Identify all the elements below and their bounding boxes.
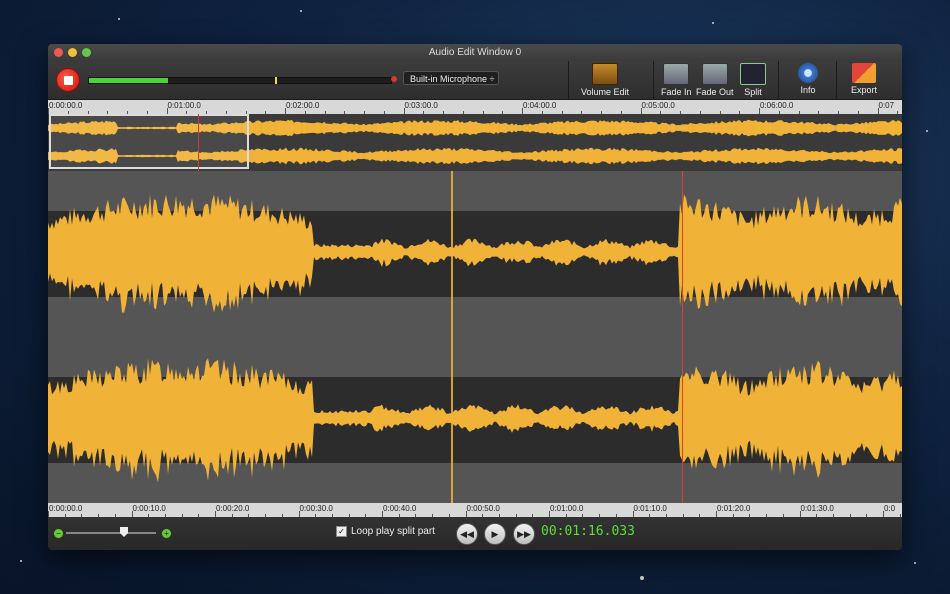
waveform-channel-right — [48, 358, 902, 483]
meter-fill — [89, 78, 168, 83]
ruler-label: 0:01:30.0 — [800, 504, 834, 513]
rewind-icon: ◀◀ — [460, 528, 474, 539]
input-level-meter — [88, 77, 392, 84]
info-button[interactable]: Info — [798, 63, 818, 95]
ruler-label: 0:01:00.0 — [550, 504, 584, 513]
ruler-label: 0:01:00.0 — [167, 101, 201, 110]
ruler-label: 0:03:00.0 — [404, 101, 438, 110]
overview-playhead — [198, 114, 199, 171]
split-icon — [740, 63, 766, 85]
loop-play-checkbox[interactable]: ✓ Loop play split part — [336, 526, 435, 537]
close-icon[interactable] — [54, 48, 63, 57]
fade-out-button[interactable]: Fade Out — [696, 63, 734, 97]
fade-out-icon — [701, 63, 728, 85]
detail-time-ruler[interactable]: 0:00:00.0 0:00:10.0 0:00:20.0 0:00:30.0 0:00… — [48, 503, 902, 517]
fast-forward-button[interactable]: ▶▶ — [513, 523, 535, 545]
zoom-icon[interactable] — [82, 48, 91, 57]
split-button[interactable]: Split — [740, 63, 766, 97]
ruler-label: 0:07 — [878, 101, 895, 110]
playback-time: 00:01:16.033 — [541, 524, 635, 539]
ruler-label: 0:04:00.0 — [523, 101, 557, 110]
record-icon — [63, 75, 73, 85]
zoom-out-icon[interactable]: − — [53, 528, 64, 539]
ruler-label: 0:06:00.0 — [760, 101, 794, 110]
ruler-label: 0:00:30.0 — [299, 504, 333, 513]
fade-in-icon — [663, 63, 690, 85]
title-bar: Audio Edit Window 0 — [48, 44, 902, 61]
input-source-select[interactable]: Built-in Microphone ÷ — [403, 71, 499, 85]
fade-in-button[interactable]: Fade In — [661, 63, 692, 97]
ruler-label: 0:01:20.0 — [717, 504, 751, 513]
waveform-shape — [48, 358, 902, 483]
play-icon: ▶ — [491, 528, 499, 539]
zoom-slider[interactable] — [66, 532, 156, 534]
rewind-button[interactable]: ◀◀ — [456, 523, 478, 545]
waveform-shape — [48, 194, 902, 313]
export-button[interactable]: Export — [851, 63, 877, 95]
toolbar: Built-in Microphone ÷ Volume Edit Fade I… — [48, 61, 902, 100]
export-icon — [852, 63, 876, 83]
audio-edit-window: Audio Edit Window 0 Built-in Microphone … — [48, 44, 902, 550]
ruler-label: 0:02:00.0 — [286, 101, 320, 110]
ruler-label: 0:0 — [884, 504, 896, 513]
record-button[interactable] — [56, 68, 80, 92]
fast-forward-icon: ▶▶ — [517, 528, 531, 539]
overview-time-ruler[interactable]: 0:00:00.0 0:01:00.0 0:02:00.0 0:03:00.0 0:04… — [48, 100, 902, 114]
ruler-label: 0:00:00.0 — [49, 504, 83, 513]
gear-icon — [798, 63, 818, 83]
minimize-icon[interactable] — [68, 48, 77, 57]
zoom-in-icon[interactable]: + — [161, 528, 172, 539]
ruler-label: 0:00:10.0 — [132, 504, 166, 513]
ruler-label: 0:00:40.0 — [383, 504, 417, 513]
checkmark-icon: ✓ — [336, 526, 347, 537]
ruler-label: 0:01:10.0 — [633, 504, 667, 513]
window-title: Audio Edit Window 0 — [428, 47, 522, 58]
meter-peak — [275, 77, 277, 84]
ruler-label: 0:05:00.0 — [641, 101, 675, 110]
ruler-label: 0:00:50.0 — [466, 504, 500, 513]
overview-selection-window[interactable] — [49, 114, 249, 169]
volume-edit-icon — [592, 63, 619, 85]
waveform-channel-left — [48, 194, 902, 313]
detail-waveform[interactable] — [48, 171, 902, 503]
ruler-label: 0:00:00.0 — [49, 101, 83, 110]
transport-bar: − + ✓ Loop play split part ◀◀ ▶ ▶▶ 00:01… — [48, 517, 902, 549]
split-marker[interactable] — [451, 171, 453, 503]
clip-indicator — [391, 76, 397, 82]
volume-edit-button[interactable]: Volume Edit — [581, 63, 629, 97]
overview-waveform[interactable] — [48, 114, 902, 171]
ruler-label: 0:00:20.0 — [216, 504, 250, 513]
zoom-slider-knob[interactable] — [120, 527, 128, 537]
playhead[interactable] — [682, 171, 683, 503]
play-button[interactable]: ▶ — [484, 523, 506, 545]
